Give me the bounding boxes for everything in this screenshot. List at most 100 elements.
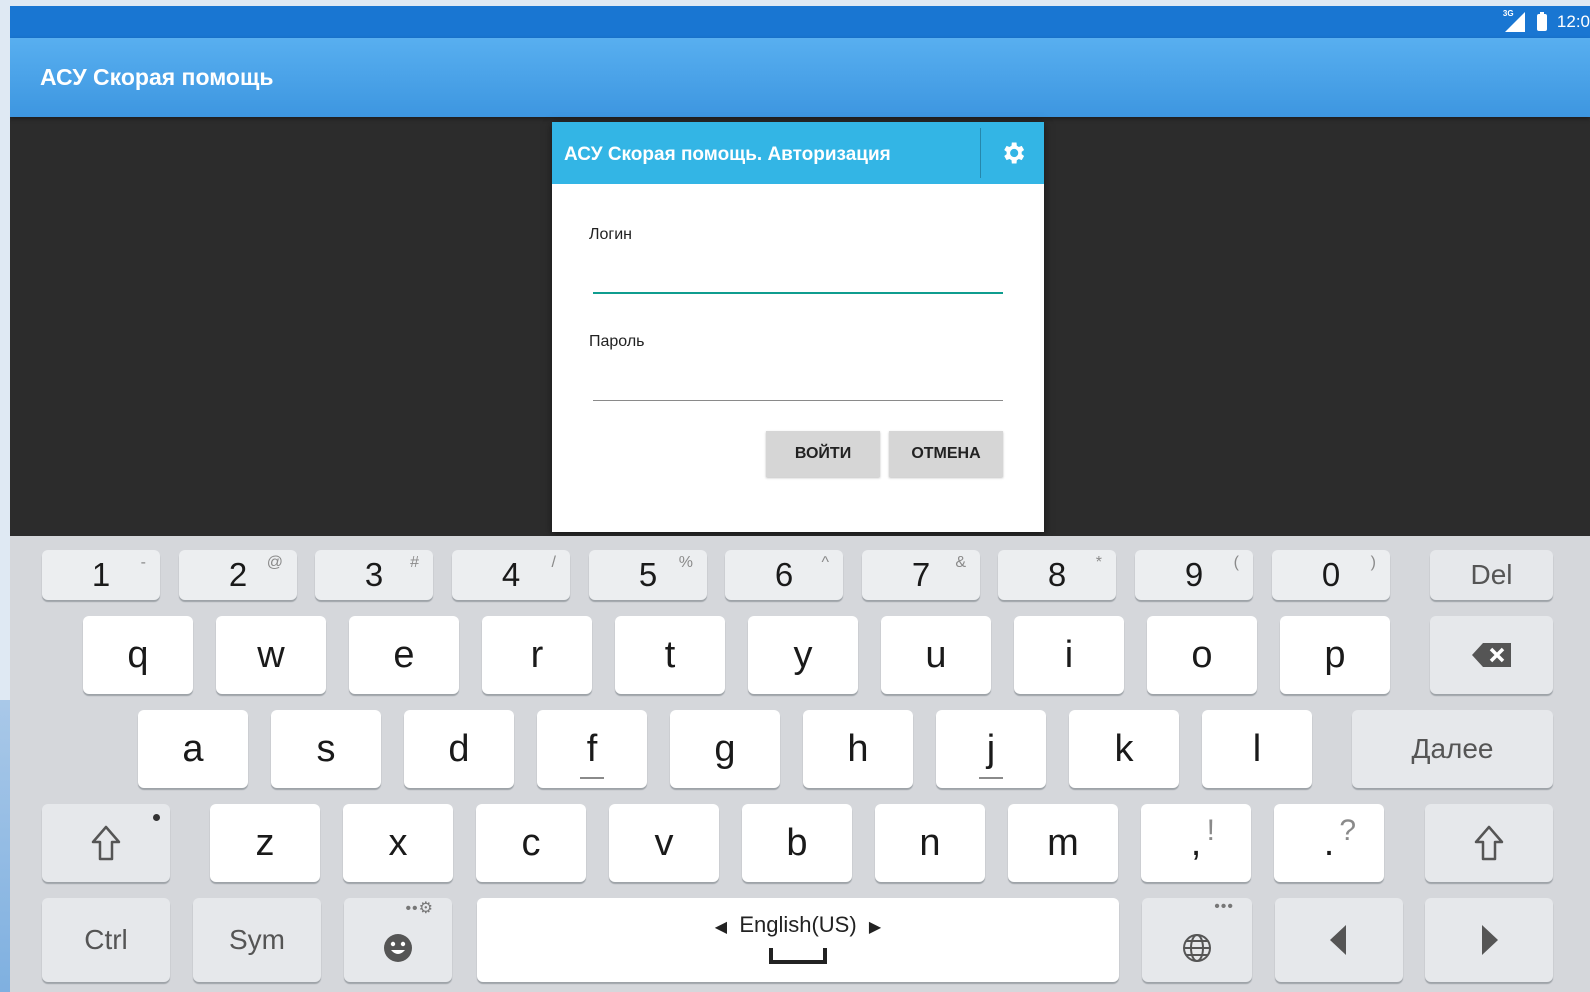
next-key[interactable]: Далее bbox=[1352, 710, 1553, 788]
arrow-left-icon bbox=[1330, 925, 1346, 955]
key-label: v bbox=[654, 821, 674, 864]
key-label: r bbox=[530, 633, 544, 676]
key-u[interactable]: u bbox=[881, 616, 991, 694]
key-0[interactable]: 0) bbox=[1272, 550, 1390, 600]
key-o[interactable]: o bbox=[1147, 616, 1257, 694]
clock: 12:0 bbox=[1556, 12, 1590, 31]
key-comma[interactable]: ,! bbox=[1141, 804, 1251, 882]
key-label: . bbox=[1323, 821, 1335, 864]
battery-icon bbox=[1536, 11, 1547, 31]
key-d[interactable]: d bbox=[404, 710, 514, 788]
key-label: x bbox=[388, 821, 408, 864]
status-bar: 3G 12:0 bbox=[10, 6, 1590, 38]
key-k[interactable]: k bbox=[1069, 710, 1179, 788]
key-label: 7 bbox=[911, 556, 931, 593]
key-w[interactable]: w bbox=[216, 616, 326, 694]
shift-indicator-dot bbox=[153, 814, 160, 821]
key-label: e bbox=[393, 633, 415, 676]
key-label: d bbox=[448, 727, 470, 770]
key-2[interactable]: 2 @ bbox=[179, 550, 297, 600]
settings-button[interactable] bbox=[982, 122, 1044, 184]
key-label: s bbox=[316, 727, 336, 770]
key-6[interactable]: 6 ^ bbox=[725, 550, 843, 600]
key-i[interactable]: i bbox=[1014, 616, 1124, 694]
key-label: z bbox=[255, 821, 275, 864]
login-label: Логин bbox=[589, 226, 633, 243]
sym-key[interactable]: Sym bbox=[193, 898, 321, 982]
key-sublabel: ) bbox=[1370, 554, 1376, 571]
key-x[interactable]: x bbox=[343, 804, 453, 882]
key-label: Del bbox=[1470, 559, 1513, 590]
key-sublabel: ! bbox=[1206, 814, 1215, 847]
key-period[interactable]: .? bbox=[1274, 804, 1384, 882]
key-label: Sym bbox=[229, 924, 285, 955]
key-label: y bbox=[793, 633, 813, 676]
language-prev-icon: ◀ bbox=[714, 919, 728, 936]
key-8[interactable]: 8 * bbox=[998, 550, 1116, 600]
key-n[interactable]: n bbox=[875, 804, 985, 882]
key-1[interactable]: 1- bbox=[42, 550, 160, 600]
key-label: 3 bbox=[364, 556, 384, 593]
login-input[interactable] bbox=[594, 258, 1006, 294]
key-label: j bbox=[986, 727, 996, 770]
key-e[interactable]: e bbox=[349, 616, 459, 694]
key-s[interactable]: s bbox=[271, 710, 381, 788]
key-label: 2 bbox=[228, 556, 248, 593]
key-3[interactable]: 3 # bbox=[315, 550, 433, 600]
key-9[interactable]: 9( bbox=[1135, 550, 1253, 600]
key-a[interactable]: a bbox=[138, 710, 248, 788]
key-z[interactable]: z bbox=[210, 804, 320, 882]
key-p[interactable]: p bbox=[1280, 616, 1390, 694]
key-t[interactable]: t bbox=[615, 616, 725, 694]
language-next-icon: ▶ bbox=[868, 919, 882, 936]
more-options-icon: ••• bbox=[1214, 898, 1234, 915]
key-v[interactable]: v bbox=[609, 804, 719, 882]
space-bar-icon bbox=[769, 948, 827, 964]
key-5[interactable]: 5% bbox=[589, 550, 707, 600]
emoji-key[interactable]: ••⚙ bbox=[344, 898, 452, 982]
key-g[interactable]: g bbox=[670, 710, 780, 788]
key-label: 1 bbox=[91, 556, 111, 593]
key-4[interactable]: 4/ bbox=[452, 550, 570, 600]
key-label: 4 bbox=[501, 556, 521, 593]
key-label: p bbox=[1324, 633, 1346, 676]
key-c[interactable]: c bbox=[476, 804, 586, 882]
cursor-left-key[interactable] bbox=[1275, 898, 1403, 982]
key-l[interactable]: l bbox=[1202, 710, 1312, 788]
space-key[interactable]: ◀ English(US) ▶ bbox=[477, 898, 1119, 982]
ctrl-key[interactable]: Ctrl bbox=[42, 898, 170, 982]
shift-left-key[interactable] bbox=[42, 804, 170, 882]
key-label: a bbox=[182, 727, 204, 770]
key-q[interactable]: q bbox=[83, 616, 193, 694]
key-m[interactable]: m bbox=[1008, 804, 1118, 882]
del-key[interactable]: Del bbox=[1430, 550, 1553, 600]
password-label: Пароль bbox=[589, 333, 645, 350]
key-7[interactable]: 7 & bbox=[862, 550, 980, 600]
key-label: f bbox=[586, 727, 598, 770]
emoji-icon bbox=[384, 934, 412, 962]
key-label: 5 bbox=[638, 556, 658, 593]
key-label: k bbox=[1114, 727, 1134, 770]
key-sublabel: ( bbox=[1233, 554, 1239, 571]
key-label: q bbox=[127, 633, 149, 676]
dialog-title: АСУ Скорая помощь. Авторизация bbox=[564, 144, 891, 165]
key-h[interactable]: h bbox=[803, 710, 913, 788]
key-r[interactable]: r bbox=[482, 616, 592, 694]
key-y[interactable]: y bbox=[748, 616, 858, 694]
key-f[interactable]: f bbox=[537, 710, 647, 788]
key-label: , bbox=[1190, 821, 1202, 864]
home-key-marker bbox=[979, 777, 1003, 779]
app-title: АСУ Скорая помощь bbox=[40, 64, 274, 90]
key-label: 8 bbox=[1047, 556, 1067, 593]
cancel-button[interactable]: ОТМЕНА bbox=[889, 431, 1003, 477]
key-b[interactable]: b bbox=[742, 804, 852, 882]
key-j[interactable]: j bbox=[936, 710, 1046, 788]
shift-right-key[interactable] bbox=[1425, 804, 1553, 882]
password-input[interactable] bbox=[594, 365, 1006, 401]
login-button[interactable]: ВОЙТИ bbox=[766, 431, 880, 477]
backspace-key[interactable] bbox=[1430, 616, 1553, 694]
key-sublabel: & bbox=[955, 554, 966, 571]
language-key[interactable]: ••• bbox=[1142, 898, 1252, 982]
cursor-right-key[interactable] bbox=[1425, 898, 1553, 982]
key-label: 6 bbox=[774, 556, 794, 593]
